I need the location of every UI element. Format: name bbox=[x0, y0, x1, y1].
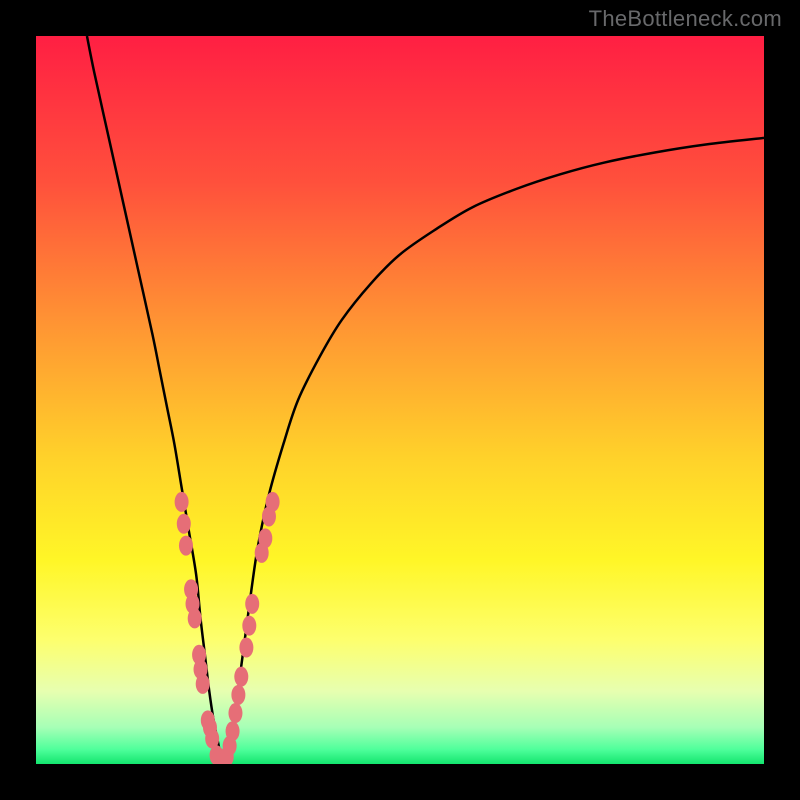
data-dot bbox=[228, 703, 242, 723]
data-dot bbox=[179, 536, 193, 556]
data-dot bbox=[188, 608, 202, 628]
data-dot bbox=[234, 667, 248, 687]
data-dot bbox=[231, 685, 245, 705]
data-dot bbox=[177, 514, 191, 534]
curve-layer bbox=[36, 36, 764, 764]
watermark-text: TheBottleneck.com bbox=[589, 6, 782, 32]
data-dot bbox=[245, 594, 259, 614]
data-dot bbox=[226, 721, 240, 741]
chart-frame: TheBottleneck.com bbox=[0, 0, 800, 800]
plot-area bbox=[36, 36, 764, 764]
data-dot bbox=[175, 492, 189, 512]
data-dot bbox=[196, 674, 210, 694]
data-dot bbox=[258, 528, 272, 548]
data-dot bbox=[266, 492, 280, 512]
data-dot bbox=[239, 638, 253, 658]
data-dot bbox=[242, 616, 256, 636]
bottleneck-curve bbox=[87, 36, 764, 764]
